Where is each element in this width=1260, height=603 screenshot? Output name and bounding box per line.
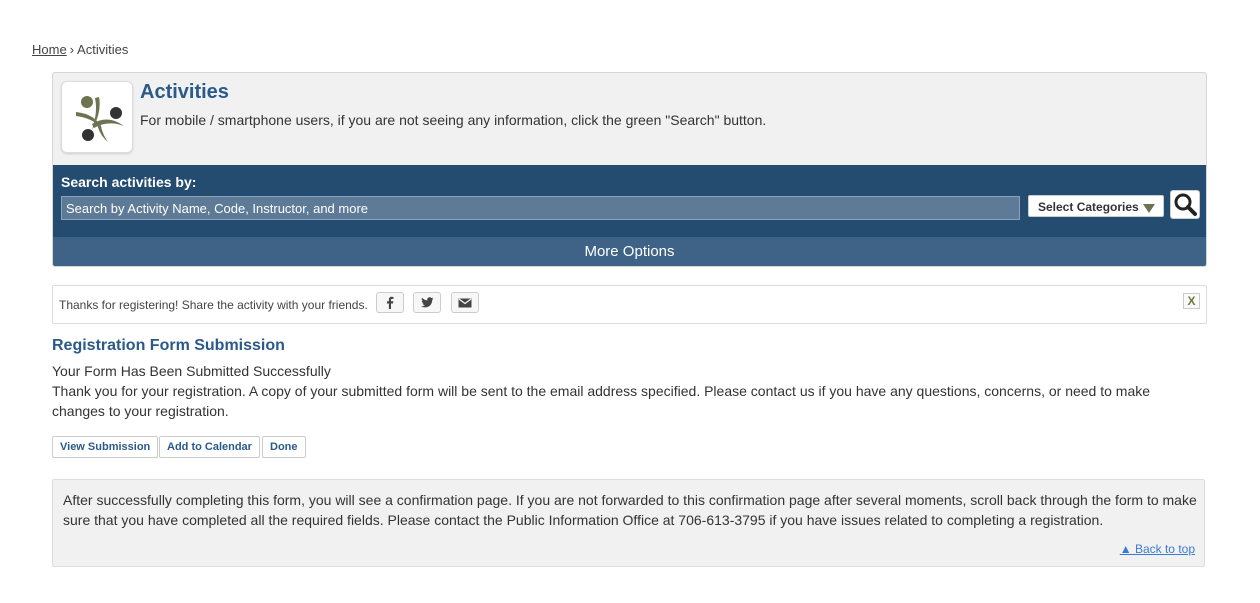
twitter-icon	[421, 296, 434, 307]
breadcrumb-home-link[interactable]: Home	[32, 42, 67, 57]
select-categories-dropdown[interactable]: Select Categories	[1028, 195, 1164, 217]
activities-logo	[61, 81, 133, 153]
search-label: Search activities by:	[61, 174, 197, 190]
search-input[interactable]	[61, 196, 1020, 220]
back-to-top-link[interactable]: ▲ Back to top	[1120, 542, 1195, 556]
facebook-share-button[interactable]	[376, 292, 404, 313]
share-text: Thanks for registering! Share the activi…	[59, 298, 368, 312]
twitter-share-button[interactable]	[413, 292, 441, 313]
search-button[interactable]	[1170, 190, 1200, 219]
people-logo-icon	[76, 96, 124, 142]
breadcrumb-separator: ›	[69, 42, 75, 57]
more-options-toggle[interactable]: More Options	[53, 237, 1206, 266]
select-categories-label: Select Categories	[1038, 200, 1139, 214]
registration-title: Registration Form Submission	[52, 337, 285, 354]
dropdown-arrow-icon	[1143, 204, 1155, 213]
info-box: After successfully completing this form,…	[52, 479, 1205, 567]
done-button[interactable]: Done	[262, 436, 306, 458]
add-to-calendar-button[interactable]: Add to Calendar	[159, 436, 260, 458]
submission-status: Your Form Has Been Submitted Successfull…	[52, 363, 331, 379]
registration-message: Thank you for your registration. A copy …	[52, 383, 1151, 419]
facebook-icon	[387, 296, 394, 309]
mobile-intro-text: For mobile / smartphone users, if you ar…	[140, 112, 767, 128]
activities-widget: Activities For mobile / smartphone users…	[52, 72, 1207, 267]
email-share-button[interactable]	[451, 292, 479, 313]
search-panel: Search activities by: Select Categories	[53, 165, 1206, 237]
info-text: After successfully completing this form,…	[63, 492, 1197, 528]
share-bar: Thanks for registering! Share the activi…	[52, 285, 1207, 324]
email-icon	[458, 298, 472, 307]
breadcrumb: Home › Activities	[32, 42, 128, 57]
close-icon[interactable]: X	[1183, 293, 1200, 309]
view-submission-button[interactable]: View Submission	[52, 436, 159, 458]
breadcrumb-current: Activities	[77, 42, 129, 57]
page-title: Activities	[140, 81, 229, 103]
search-icon	[1174, 193, 1197, 216]
